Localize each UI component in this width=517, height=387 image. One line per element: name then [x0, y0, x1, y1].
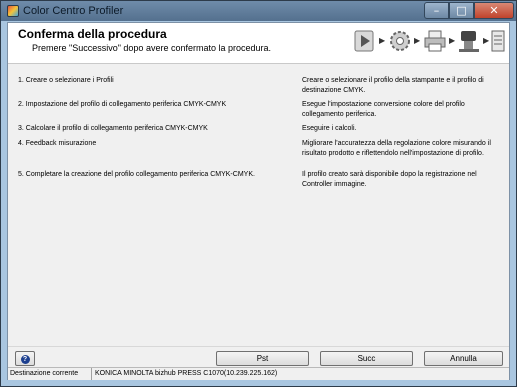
page-title: Conferma della procedura: [18, 27, 167, 41]
current-destination-value: KONICA MINOLTA bizhub PRESS C1070(10.239…: [95, 370, 278, 377]
current-destination-label: Destinazione corrente: [10, 370, 79, 377]
step-description: Il profilo creato sarà disponibile dopo …: [302, 171, 477, 188]
step-arrow-icon: ▶: [449, 36, 456, 45]
cancel-button[interactable]: Annulla: [424, 351, 503, 366]
step-description: Esegue l'impostazione conversione colore…: [302, 101, 465, 118]
previous-button[interactable]: Pst: [216, 351, 309, 366]
step-label: 1. Creare o selezionare i Profili: [18, 77, 114, 84]
next-button[interactable]: Succ: [320, 351, 413, 366]
close-button[interactable]: ✕: [474, 2, 514, 19]
footer-divider: [8, 346, 509, 347]
help-icon: ?: [20, 355, 30, 364]
app-window: Color Centro Profiler – □ ✕ Conferma del…: [0, 0, 517, 387]
gear-step-icon: [390, 31, 410, 51]
step-description: Eseguire i calcoli.: [302, 125, 357, 132]
step-label: 4. Feedback misurazione: [18, 140, 97, 147]
page-subtitle: Premere "Successivo" dopo avere conferma…: [32, 43, 272, 53]
status-divider: [91, 368, 92, 380]
step-label: 5. Completare la creazione del profilo c…: [18, 171, 255, 178]
header-panel: Conferma della procedura Premere "Succes…: [8, 23, 509, 64]
minimize-button[interactable]: –: [424, 2, 449, 19]
maximize-button[interactable]: □: [449, 2, 474, 19]
app-logo-icon: [7, 5, 19, 17]
step-arrow-icon: ▶: [483, 36, 490, 45]
step-label: 2. Impostazione del profilo di collegame…: [18, 101, 227, 108]
measure-step-icon: [459, 31, 479, 52]
step-description: Migliorare l'accuratezza della regolazio…: [302, 140, 491, 157]
profile-step-icon: [491, 30, 505, 52]
step-arrow-icon: ▶: [414, 36, 421, 45]
step-description: Creare o selezionare il profilo della st…: [302, 77, 484, 94]
title-bar[interactable]: Color Centro Profiler – □ ✕: [1, 1, 516, 21]
printer-step-icon: [424, 30, 446, 52]
status-bar: Destinazione corrente KONICA MINOLTA biz…: [8, 367, 509, 380]
procedure-list: 1. Creare o selezionare i Profili Creare…: [8, 64, 509, 349]
help-button[interactable]: ?: [15, 351, 35, 366]
step-label: 3. Calcolare il profilo di collegamento …: [18, 125, 208, 132]
dialog-client-area: Conferma della procedura Premere "Succes…: [7, 22, 510, 380]
step-arrow-icon: ▶: [379, 36, 386, 45]
play-step-icon: [354, 30, 374, 52]
window-title: Color Centro Profiler: [23, 5, 124, 17]
wizard-steps: ▶ ▶ ▶ ▶: [352, 27, 506, 57]
